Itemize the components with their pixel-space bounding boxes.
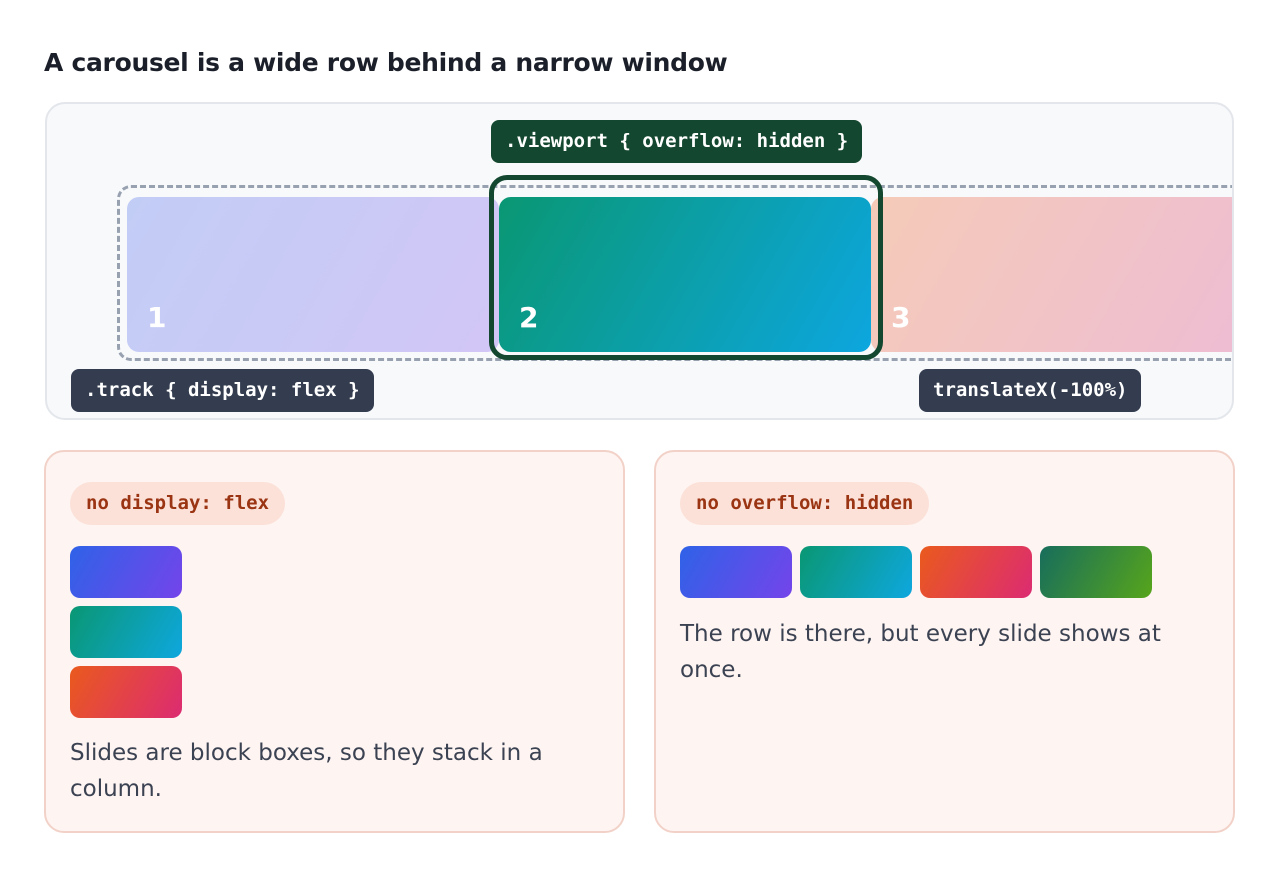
panel-caption: The row is there, but every slide shows … (680, 621, 1161, 683)
mini-slide (70, 546, 182, 598)
translate-label: translateX(-100%) (919, 369, 1142, 412)
mini-slide (70, 606, 182, 658)
mini-slide (1040, 546, 1152, 598)
panel-pill: no display: flex (70, 482, 286, 525)
mini-slide (800, 546, 912, 598)
carousel-diagram: 1 2 3 .viewport { overflow: hidden } .tr… (45, 102, 1234, 420)
track-label: .track { display: flex } (71, 369, 374, 412)
slide-number: 1 (147, 301, 167, 334)
panel-pill: no overflow: hidden (680, 482, 930, 525)
viewport-label: .viewport { overflow: hidden } (491, 120, 863, 163)
slide-3: 3 (871, 197, 1232, 352)
mini-slide (680, 546, 792, 598)
slide-number: 3 (891, 301, 911, 334)
page-title: A carousel is a wide row behind a narrow… (44, 48, 728, 77)
mini-slide (920, 546, 1032, 598)
panel-caption: Slides are block boxes, so they stack in… (70, 740, 543, 802)
viewport-frame (489, 175, 883, 360)
no-overflow-panel: no overflow: hidden The row is there, bu… (654, 450, 1235, 833)
slide-1: 1 (127, 197, 499, 352)
mini-slide (70, 666, 182, 718)
no-flex-panel: no display: flex Slides are block boxes,… (44, 450, 625, 833)
